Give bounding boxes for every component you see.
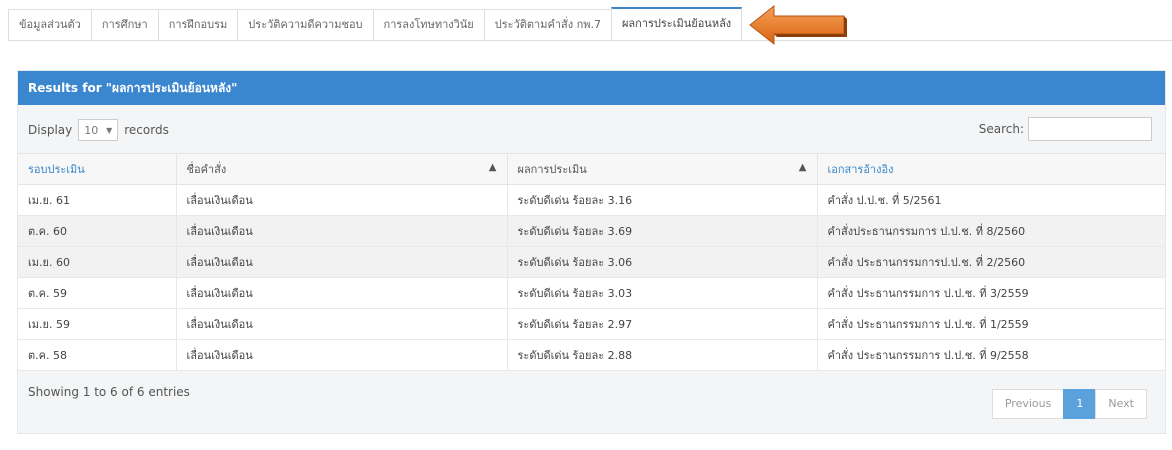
cell-reference: คำสั่งประธานกรรมการ ป.ป.ช. ที่ 8/2560: [817, 215, 1166, 247]
header-round[interactable]: รอบประเมิน: [18, 153, 177, 185]
tab-education[interactable]: การศึกษา: [90, 9, 159, 40]
cell-result: ระดับดีเด่น ร้อยละ 3.16: [507, 184, 818, 216]
header-result-label: ผลการประเมิน: [517, 163, 587, 176]
table-header-row: รอบประเมิน ชื่อคำสั่ง ▲︎ ผลการประเมิน ▲︎ เ…: [18, 153, 1166, 185]
cell-reference: คำสั่ง ประธานกรรมการ ป.ป.ช. ที่ 9/2558: [817, 339, 1166, 371]
header-round-label: รอบประเมิน: [28, 163, 85, 176]
tab-personal-info[interactable]: ข้อมูลส่วนตัว: [8, 9, 92, 40]
table-footer: Showing 1 to 6 of 6 entries Previous 1 N…: [18, 371, 1165, 427]
tab-bar: ข้อมูลส่วนตัว การศึกษา การฝึกอบรม ประวัต…: [8, 7, 743, 40]
cell-round: เม.ย. 60: [18, 246, 177, 278]
tab-training[interactable]: การฝึกอบรม: [157, 9, 239, 40]
panel-title: Results for "ผลการประเมินย้อนหลัง": [18, 71, 1165, 105]
cell-result: ระดับดีเด่น ร้อยละ 2.88: [507, 339, 818, 371]
cell-round: เม.ย. 61: [18, 184, 177, 216]
cell-order-name: เลื่อนเงินเดือน: [176, 277, 508, 309]
cell-order-name: เลื่อนเงินเดือน: [176, 184, 508, 216]
search-input[interactable]: [1028, 117, 1152, 141]
cell-round: ต.ค. 58: [18, 339, 177, 371]
cell-round: เม.ย. 59: [18, 308, 177, 340]
header-reference[interactable]: เอกสารอ้างอิง: [817, 153, 1166, 185]
header-reference-label: เอกสารอ้างอิง: [827, 163, 894, 176]
results-panel: Results for "ผลการประเมินย้อนหลัง" Displ…: [17, 70, 1166, 434]
table-row: เม.ย. 60 เลื่อนเงินเดือน ระดับดีเด่น ร้อ…: [18, 246, 1166, 278]
cell-result: ระดับดีเด่น ร้อยละ 3.03: [507, 277, 818, 309]
sort-icon: ▲︎: [488, 162, 497, 173]
display-label: Display: [28, 123, 73, 137]
tab-discipline[interactable]: การลงโทษทางวินัย: [372, 9, 485, 40]
table-row: เม.ย. 59 เลื่อนเงินเดือน ระดับดีเด่น ร้อ…: [18, 308, 1166, 340]
cell-result: ระดับดีเด่น ร้อยละ 2.97: [507, 308, 818, 340]
cell-reference: คำสั่ง ป.ป.ช. ที่ 5/2561: [817, 184, 1166, 216]
cell-reference: คำสั่ง ประธานกรรมการ ป.ป.ช. ที่ 1/2559: [817, 308, 1166, 340]
cell-order-name: เลื่อนเงินเดือน: [176, 308, 508, 340]
page-1-button[interactable]: 1: [1063, 389, 1097, 419]
header-order-name[interactable]: ชื่อคำสั่ง ▲︎: [176, 153, 508, 185]
sort-icon: ▲︎: [798, 162, 807, 173]
entries-info: Showing 1 to 6 of 6 entries: [28, 385, 190, 399]
caret-down-icon: ▼: [106, 125, 113, 135]
pagination: Previous 1 Next: [991, 389, 1147, 419]
arrow-left-icon: [749, 4, 847, 46]
page-size-control: Display 10 ▼ records: [28, 119, 169, 141]
header-result[interactable]: ผลการประเมิน ▲︎: [507, 153, 818, 185]
table-row: เม.ย. 61 เลื่อนเงินเดือน ระดับดีเด่น ร้อ…: [18, 184, 1166, 216]
cell-result: ระดับดีเด่น ร้อยละ 3.69: [507, 215, 818, 247]
page-size-select[interactable]: 10 ▼: [78, 119, 119, 141]
records-label: records: [124, 123, 169, 137]
header-order-name-label: ชื่อคำสั่ง: [186, 163, 227, 176]
previous-button[interactable]: Previous: [991, 389, 1065, 419]
table-controls: Display 10 ▼ records Search:: [18, 105, 1165, 153]
table-row: ต.ค. 60 เลื่อนเงินเดือน ระดับดีเด่น ร้อย…: [18, 215, 1166, 247]
cell-order-name: เลื่อนเงินเดือน: [176, 246, 508, 278]
tab-evaluation-history[interactable]: ผลการประเมินย้อนหลัง: [610, 7, 743, 40]
table-row: ต.ค. 58 เลื่อนเงินเดือน ระดับดีเด่น ร้อย…: [18, 339, 1166, 371]
page-size-value: 10: [84, 123, 99, 137]
cell-reference: คำสั่ง ประธานกรรมการป.ป.ช. ที่ 2/2560: [817, 246, 1166, 278]
search-control: Search:: [979, 117, 1152, 141]
tab-order-history[interactable]: ประวัติตามคำสั่ง กพ.7: [483, 9, 612, 40]
table-row: ต.ค. 59 เลื่อนเงินเดือน ระดับดีเด่น ร้อย…: [18, 277, 1166, 309]
cell-order-name: เลื่อนเงินเดือน: [176, 339, 508, 371]
cell-order-name: เลื่อนเงินเดือน: [176, 215, 508, 247]
results-table: รอบประเมิน ชื่อคำสั่ง ▲︎ ผลการประเมิน ▲︎ เ…: [18, 153, 1166, 371]
tab-merit-history[interactable]: ประวัติความดีความชอบ: [237, 9, 374, 40]
search-label: Search:: [978, 122, 1024, 136]
cell-reference: คำสั่ง ประธานกรรมการ ป.ป.ช. ที่ 3/2559: [817, 277, 1166, 309]
tabs-divider: [8, 40, 1172, 41]
cell-result: ระดับดีเด่น ร้อยละ 3.06: [507, 246, 818, 278]
cell-round: ต.ค. 60: [18, 215, 177, 247]
cell-round: ต.ค. 59: [18, 277, 177, 309]
next-button[interactable]: Next: [1095, 389, 1147, 419]
